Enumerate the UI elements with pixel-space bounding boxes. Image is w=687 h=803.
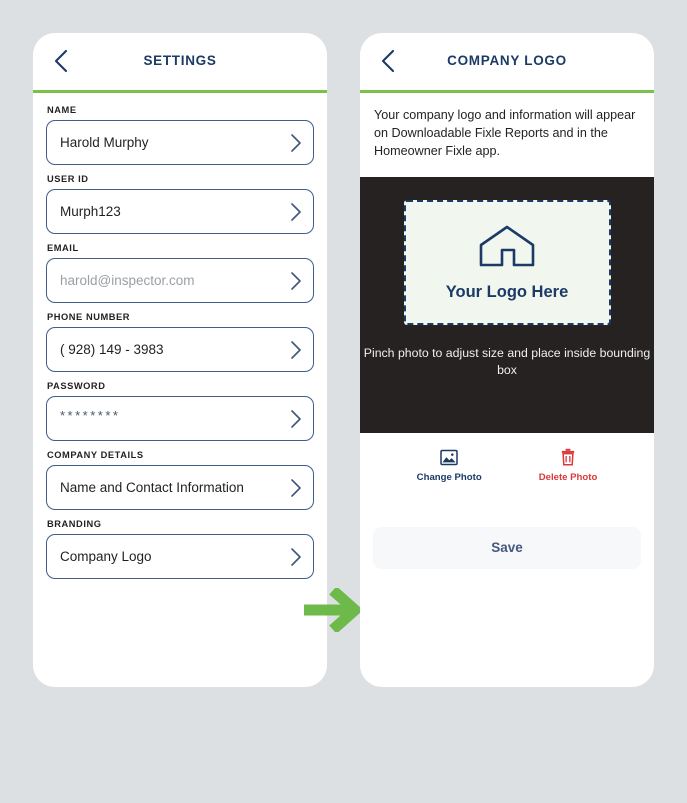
field-label: USER ID <box>47 174 89 184</box>
logo-placeholder-text: Your Logo Here <box>445 282 569 301</box>
chevron-right-icon <box>289 478 302 498</box>
green-right-arrow-icon <box>304 586 364 634</box>
field-row[interactable]: Murph123 <box>46 189 314 234</box>
field-value: ( 928) 149 - 3983 <box>60 342 164 357</box>
field-value: Murph123 <box>60 204 121 219</box>
field-value: harold@inspector.com <box>60 273 195 288</box>
chevron-right-icon <box>289 340 302 360</box>
field-value: Name and Contact Information <box>60 480 244 495</box>
field-value: ******** <box>60 408 121 423</box>
chevron-right-icon <box>289 271 302 291</box>
field-row[interactable]: ( 928) 149 - 3983 <box>46 327 314 372</box>
intro-text: Your company logo and information will a… <box>374 108 636 158</box>
house-icon <box>477 223 537 276</box>
field-password: PASSWORD ******** <box>46 381 314 441</box>
field-row[interactable]: Harold Murphy <box>46 120 314 165</box>
delete-photo-button[interactable]: Delete Photo <box>538 448 598 483</box>
pinch-hint-text: Pinch photo to adjust size and place ins… <box>363 345 651 378</box>
chevron-right-icon <box>289 202 302 222</box>
logo-header: COMPANY LOGO <box>360 33 654 90</box>
trash-icon <box>560 448 576 467</box>
field-branding: BRANDING Company Logo <box>46 519 314 579</box>
field-company-details: COMPANY DETAILS Name and Contact Informa… <box>46 450 314 510</box>
screenshot-stage: SETTINGS NAME Harold Murphy USER ID Murp… <box>0 0 687 803</box>
field-name: NAME Harold Murphy <box>46 105 314 165</box>
page-title: COMPANY LOGO <box>447 53 567 68</box>
settings-header: SETTINGS <box>33 33 327 90</box>
settings-phone-card: SETTINGS NAME Harold Murphy USER ID Murp… <box>33 33 327 687</box>
field-phone-number: PHONE NUMBER ( 928) 149 - 3983 <box>46 312 314 372</box>
company-logo-phone-card: COMPANY LOGO Your company logo and infor… <box>360 33 654 687</box>
field-label: EMAIL <box>47 243 79 253</box>
logo-bounding-box[interactable]: Your Logo Here <box>403 199 611 325</box>
field-value: Company Logo <box>60 549 152 564</box>
field-label: PASSWORD <box>47 381 106 391</box>
field-label: COMPANY DETAILS <box>47 450 144 460</box>
field-label: BRANDING <box>47 519 102 529</box>
field-email: EMAIL harold@inspector.com <box>46 243 314 303</box>
field-label: PHONE NUMBER <box>47 312 131 322</box>
field-value: Harold Murphy <box>60 135 149 150</box>
delete-photo-label: Delete Photo <box>538 471 598 483</box>
field-row[interactable]: Name and Contact Information <box>46 465 314 510</box>
field-label: NAME <box>47 105 77 115</box>
photo-preview-area[interactable]: Your Logo Here Pinch photo to adjust siz… <box>360 176 654 433</box>
settings-form: NAME Harold Murphy USER ID Murph123 EMAI… <box>33 93 327 579</box>
change-photo-label: Change Photo <box>416 471 482 483</box>
save-button[interactable]: Save <box>373 526 641 569</box>
field-row[interactable]: ******** <box>46 396 314 441</box>
field-user-id: USER ID Murph123 <box>46 174 314 234</box>
image-icon <box>440 448 458 467</box>
page-title: SETTINGS <box>143 53 217 68</box>
change-photo-button[interactable]: Change Photo <box>417 448 482 483</box>
chevron-right-icon <box>289 133 302 153</box>
photo-actions: Change Photo Delete Photo <box>360 433 654 483</box>
field-row[interactable]: Company Logo <box>46 534 314 579</box>
field-row[interactable]: harold@inspector.com <box>46 258 314 303</box>
chevron-right-icon <box>289 409 302 429</box>
chevron-right-icon <box>289 547 302 567</box>
